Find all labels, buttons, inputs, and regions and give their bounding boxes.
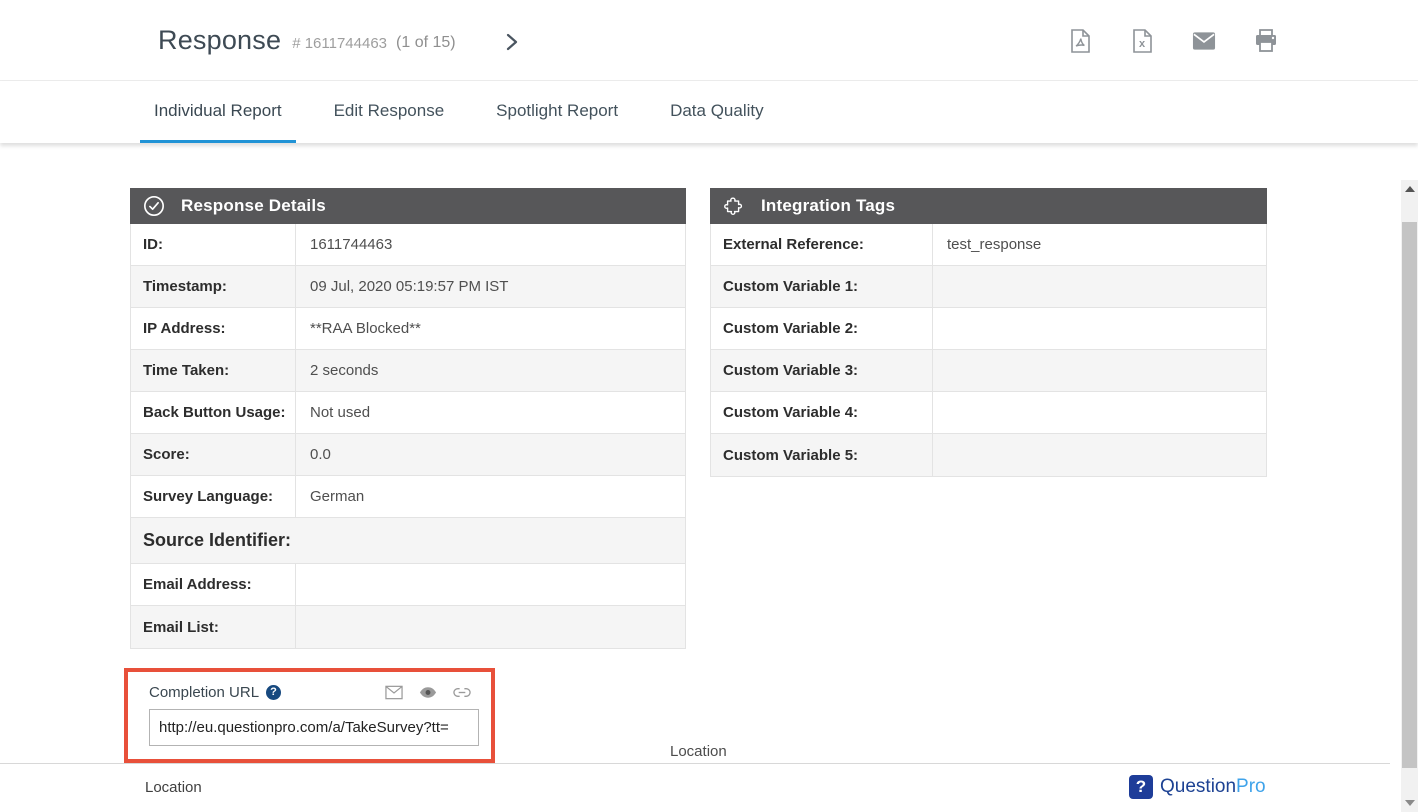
envelope-icon[interactable] <box>385 683 403 701</box>
table-row: Custom Variable 4: <box>711 392 1266 434</box>
table-row: Custom Variable 5: <box>711 434 1266 476</box>
response-page: Response # 1611744463 (1 of 15) <box>0 0 1418 812</box>
email-icon[interactable] <box>1192 29 1216 53</box>
page-title: Response <box>158 25 281 56</box>
row-value <box>933 266 1266 307</box>
row-value <box>296 606 685 648</box>
help-icon[interactable]: ? <box>266 685 281 700</box>
report-tabs: Individual Report Edit Response Spotligh… <box>0 81 1418 143</box>
table-row: Score: 0.0 <box>131 434 685 476</box>
top-header: Response # 1611744463 (1 of 15) <box>0 0 1418 81</box>
questionpro-badge-icon: ? <box>1129 775 1153 799</box>
pdf-export-icon[interactable] <box>1068 29 1092 53</box>
table-row: Back Button Usage: Not used <box>131 392 685 434</box>
title-group: Response # 1611744463 (1 of 15) <box>158 0 456 81</box>
response-details-table: ID: 1611744463 Timestamp: 09 Jul, 2020 0… <box>130 224 686 649</box>
row-label: IP Address: <box>131 308 296 349</box>
vertical-scrollbar[interactable] <box>1401 180 1418 812</box>
row-label: Email Address: <box>131 564 296 605</box>
tab-data-quality[interactable]: Data Quality <box>656 81 778 143</box>
row-label: Custom Variable 5: <box>711 434 933 476</box>
questionpro-logo[interactable]: ? QuestionPro <box>1129 775 1266 799</box>
row-value <box>296 564 685 605</box>
scrollbar-thumb[interactable] <box>1402 222 1417 768</box>
row-label: Survey Language: <box>131 476 296 517</box>
row-label: Time Taken: <box>131 350 296 391</box>
row-value: **RAA Blocked** <box>296 308 685 349</box>
brand-name-question: Question <box>1160 776 1236 798</box>
row-label: ID: <box>131 224 296 265</box>
link-icon[interactable] <box>453 683 471 701</box>
integration-tags-header: Integration Tags <box>710 188 1267 224</box>
tab-edit-response[interactable]: Edit Response <box>320 81 459 143</box>
row-value <box>933 350 1266 391</box>
row-label: Custom Variable 2: <box>711 308 933 349</box>
row-label: Source Identifier: <box>131 518 685 563</box>
section-divider <box>0 763 1390 764</box>
row-value: German <box>296 476 685 517</box>
chevron-right-icon <box>504 33 520 51</box>
triangle-down-icon <box>1405 800 1415 806</box>
brand-name-pro: Pro <box>1236 776 1266 798</box>
row-value: Not used <box>296 392 685 433</box>
tab-individual-report[interactable]: Individual Report <box>140 81 296 143</box>
table-row-source-identifier: Source Identifier: <box>131 518 685 564</box>
table-row: Email Address: <box>131 564 685 606</box>
table-row: Email List: <box>131 606 685 648</box>
row-label: Back Button Usage: <box>131 392 296 433</box>
integration-tags-panel: Integration Tags External Reference: tes… <box>710 188 1267 477</box>
row-value <box>933 308 1266 349</box>
row-value: 0.0 <box>296 434 685 475</box>
row-value <box>933 434 1266 476</box>
row-label: External Reference: <box>711 224 933 265</box>
row-value <box>933 392 1266 433</box>
completion-url-section: Completion URL ? <box>124 668 495 763</box>
row-label: Score: <box>131 434 296 475</box>
row-label: Custom Variable 4: <box>711 392 933 433</box>
table-row: Custom Variable 3: <box>711 350 1266 392</box>
row-value: 09 Jul, 2020 05:19:57 PM IST <box>296 266 685 307</box>
next-response-button[interactable] <box>498 28 526 56</box>
table-row: IP Address: **RAA Blocked** <box>131 308 685 350</box>
table-row: External Reference: test_response <box>711 224 1266 266</box>
row-label: Custom Variable 1: <box>711 266 933 307</box>
excel-export-icon[interactable]: x <box>1130 29 1154 53</box>
header-actions: x <box>1068 0 1278 81</box>
table-row: Custom Variable 2: <box>711 308 1266 350</box>
puzzle-icon <box>723 195 745 217</box>
row-value: 1611744463 <box>296 224 685 265</box>
table-row: Survey Language: German <box>131 476 685 518</box>
row-value: test_response <box>933 224 1266 265</box>
completion-url-row: Completion URL ? <box>149 683 471 701</box>
completion-url-actions <box>385 683 471 701</box>
tab-spotlight-report[interactable]: Spotlight Report <box>482 81 632 143</box>
location-section-title-left: Location <box>145 779 202 796</box>
svg-text:x: x <box>1139 38 1146 50</box>
table-row: Timestamp: 09 Jul, 2020 05:19:57 PM IST <box>131 266 685 308</box>
completion-url-label: Completion URL <box>149 684 259 701</box>
table-row: Custom Variable 1: <box>711 266 1266 308</box>
scroll-down-button[interactable] <box>1401 794 1418 812</box>
response-details-panel: Response Details ID: 1611744463 Timestam… <box>130 188 686 649</box>
scroll-up-button[interactable] <box>1401 180 1418 198</box>
response-position: (1 of 15) <box>396 34 456 52</box>
panel-title: Response Details <box>181 196 326 216</box>
response-details-header: Response Details <box>130 188 686 224</box>
row-label: Custom Variable 3: <box>711 350 933 391</box>
row-label: Timestamp: <box>131 266 296 307</box>
table-row: ID: 1611744463 <box>131 224 685 266</box>
location-section-title-right: Location <box>670 743 727 760</box>
integration-tags-table: External Reference: test_response Custom… <box>710 224 1267 477</box>
row-label: Email List: <box>131 606 296 648</box>
check-circle-icon <box>143 195 165 217</box>
panel-title: Integration Tags <box>761 196 895 216</box>
response-id: # 1611744463 <box>292 35 387 52</box>
row-value: 2 seconds <box>296 350 685 391</box>
table-row: Time Taken: 2 seconds <box>131 350 685 392</box>
eye-icon[interactable] <box>419 683 437 701</box>
triangle-up-icon <box>1405 186 1415 192</box>
print-icon[interactable] <box>1254 29 1278 53</box>
completion-url-input[interactable] <box>149 709 479 746</box>
